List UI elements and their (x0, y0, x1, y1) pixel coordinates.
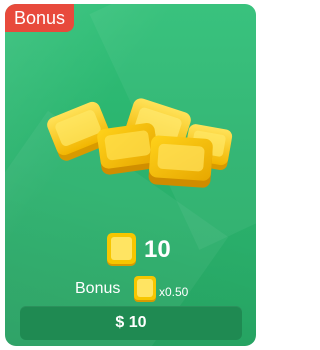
item-quantity: 10 (144, 236, 171, 263)
gold-tile-icon (134, 276, 156, 302)
bonus-label: Bonus (75, 280, 121, 297)
quantity-row: 10 (5, 231, 256, 271)
bonus-multiplier: x0.50 (159, 285, 189, 299)
gold-tiles-pile-icon (47, 98, 233, 188)
buy-price-button[interactable]: $ 10 (20, 306, 242, 340)
gold-tile-icon (107, 233, 136, 266)
shop-item-card[interactable]: Bonus 10 Bonus x0.50 $ 10 (5, 4, 256, 346)
price-label: $ 10 (115, 314, 147, 331)
bonus-row: Bonus x0.50 (5, 276, 256, 304)
bonus-badge: Bonus (5, 4, 75, 32)
